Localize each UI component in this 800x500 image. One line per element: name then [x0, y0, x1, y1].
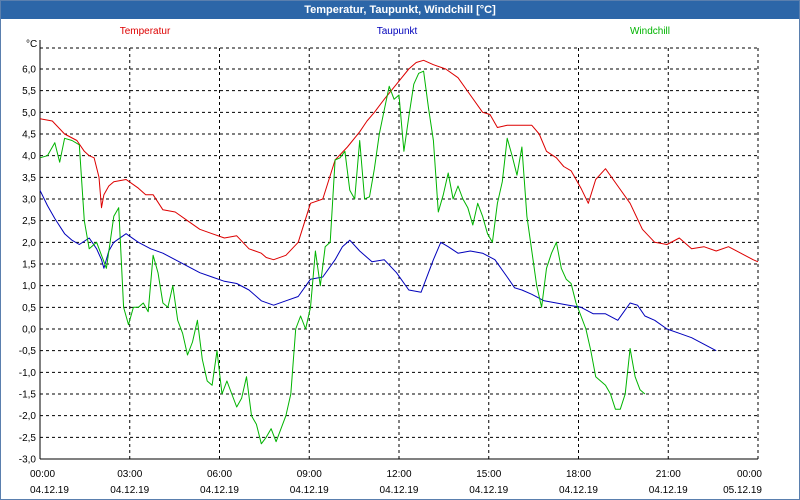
series-line-windchill [39, 70, 646, 445]
legend-item-temperatur: Temperatur [120, 26, 171, 37]
y-tick-label: 0,0 [22, 325, 36, 336]
y-tick-label: -2,5 [19, 433, 37, 444]
legend-item-windchill: Windchill [630, 26, 670, 37]
x-tick-date-label: 05.12.19 [723, 485, 762, 496]
tick-labels: 6,0 5,5 5,0 4,5 4,0 3,5 3,0 2,5 2,0 1,5 1,0 0,5 0,0 -… [19, 65, 763, 497]
y-tick-label: -1,5 [19, 390, 37, 401]
legend: Temperatur Taupunkt Windchill [120, 26, 670, 37]
x-tick-time-label: 00:00 [30, 469, 55, 480]
legend-item-taupunkt: Taupunkt [377, 26, 418, 37]
x-tick-time-label: 12:00 [386, 469, 411, 480]
x-tick-date-label: 04.12.19 [649, 485, 688, 496]
x-tick-time-label: 03:00 [117, 469, 142, 480]
x-tick-time-label: 09:00 [297, 469, 322, 480]
x-tick-time-label: 06:00 [207, 469, 232, 480]
grid-layer [39, 48, 759, 460]
y-tick-label: 4,0 [22, 151, 36, 162]
y-tick-label: 1,0 [22, 281, 36, 292]
y-tick-label: 5,5 [22, 86, 36, 97]
y-tick-label: 5,0 [22, 108, 36, 119]
x-tick-date-label: 04.12.19 [30, 485, 69, 496]
y-tick-label: -2,0 [19, 411, 37, 422]
x-tick-date-label: 04.12.19 [380, 485, 419, 496]
x-tick-time-label: 18:00 [566, 469, 591, 480]
y-tick-label: 3,0 [22, 195, 36, 206]
y-tick-label: -3,0 [19, 455, 37, 466]
y-tick-label: 4,5 [22, 130, 36, 141]
y-tick-label: -1,0 [19, 368, 37, 379]
y-tick-label: 2,5 [22, 216, 36, 227]
x-tick-date-label: 04.12.19 [200, 485, 239, 496]
y-tick-label: 0,5 [22, 303, 36, 314]
y-tick-label: 3,5 [22, 173, 36, 184]
x-tick-date-label: 04.12.19 [290, 485, 329, 496]
y-tick-label: 2,0 [22, 238, 36, 249]
x-tick-time-label: 15:00 [476, 469, 501, 480]
y-tick-label: 6,0 [22, 65, 36, 76]
y-axis-unit-label: °C [26, 39, 37, 50]
y-tick-label: -0,5 [19, 346, 37, 357]
y-tick-label: 1,5 [22, 260, 36, 271]
series-line-taupunkt [39, 190, 717, 352]
x-tick-time-label: 21:00 [656, 469, 681, 480]
x-tick-date-label: 04.12.19 [559, 485, 598, 496]
chart-canvas: 6,0 5,5 5,0 4,5 4,0 3,5 3,0 2,5 2,0 1,5 1,0 0,5 0,0 -… [19, 26, 763, 497]
x-tick-date-label: 04.12.19 [469, 485, 508, 496]
x-tick-time-label: 00:00 [737, 469, 762, 480]
x-tick-date-label: 04.12.19 [110, 485, 149, 496]
